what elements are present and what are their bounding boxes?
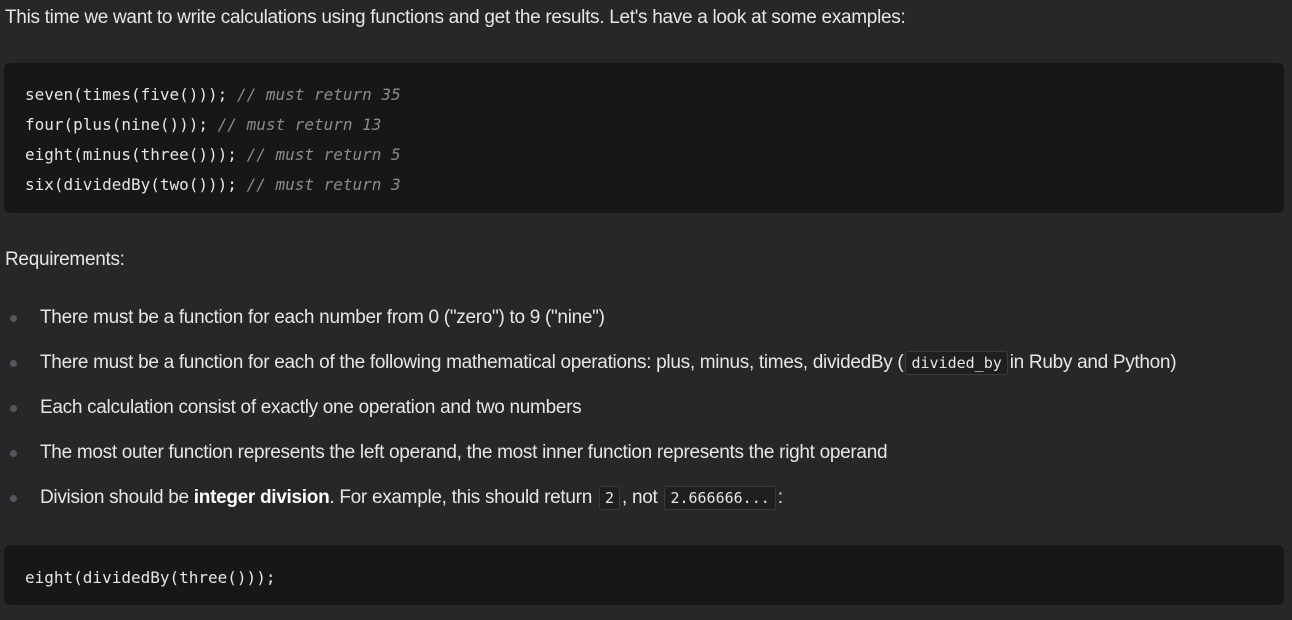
inline-code: 2.666666... (664, 486, 776, 510)
intro-text: This time we want to write calculations … (5, 7, 906, 28)
inline-code: 2 (598, 486, 620, 510)
requirement-text: The most outer function represents the l… (40, 442, 888, 463)
requirement-text: : (777, 487, 783, 508)
code-comment: // must return 35 (236, 85, 401, 104)
requirement-item: Each calculation consist of exactly one … (0, 392, 1176, 437)
requirement-text: in Ruby and Python) (1009, 352, 1177, 373)
requirement-text: , not (621, 487, 663, 508)
requirement-item: The most outer function represents the l… (0, 437, 1176, 482)
requirement-item: Division should be integer division. For… (0, 482, 1176, 527)
requirement-text: There must be a function for each number… (40, 307, 605, 328)
requirement-text: There must be a function for each of the… (40, 352, 904, 373)
code-line: six(dividedBy(two())); // must return 3 (25, 170, 1284, 200)
code-comment: // must return 13 (217, 115, 382, 134)
requirements-list: There must be a function for each number… (0, 302, 1177, 527)
bullet-icon (10, 495, 17, 502)
code-line: seven(times(five())); // must return 35 (25, 80, 1284, 110)
requirement-item: There must be a function for each number… (0, 302, 1176, 347)
code-expression: eight(minus(three())); (25, 145, 237, 164)
bullet-icon (10, 405, 17, 412)
code-line: eight(dividedBy(three())); (25, 563, 1284, 593)
code-line: four(plus(nine())); // must return 13 (25, 110, 1284, 140)
requirements-heading: Requirements: (5, 249, 125, 270)
code-comment: // must return 5 (246, 145, 401, 164)
bullet-icon (10, 360, 17, 367)
examples-code-block: seven(times(five())); // must return 35 … (4, 63, 1284, 213)
requirement-item: There must be a function for each of the… (0, 347, 1177, 392)
final-example-code-block: eight(dividedBy(three())); (4, 545, 1284, 605)
requirement-text: . For example, this should return (329, 487, 597, 508)
emphasis-text: integer division (193, 487, 330, 508)
inline-code: divided_by (905, 351, 1008, 375)
code-expression: eight(dividedBy(three())); (25, 568, 276, 587)
bullet-icon (10, 450, 17, 457)
code-line: eight(minus(three())); // must return 5 (25, 140, 1284, 170)
code-expression: seven(times(five())); (25, 85, 228, 104)
requirement-text: Each calculation consist of exactly one … (40, 397, 582, 418)
bullet-icon (10, 315, 17, 322)
requirement-text: Division should be (40, 487, 194, 508)
code-expression: four(plus(nine())); (25, 115, 209, 134)
code-expression: six(dividedBy(two())); (25, 175, 237, 194)
code-comment: // must return 3 (246, 175, 401, 194)
